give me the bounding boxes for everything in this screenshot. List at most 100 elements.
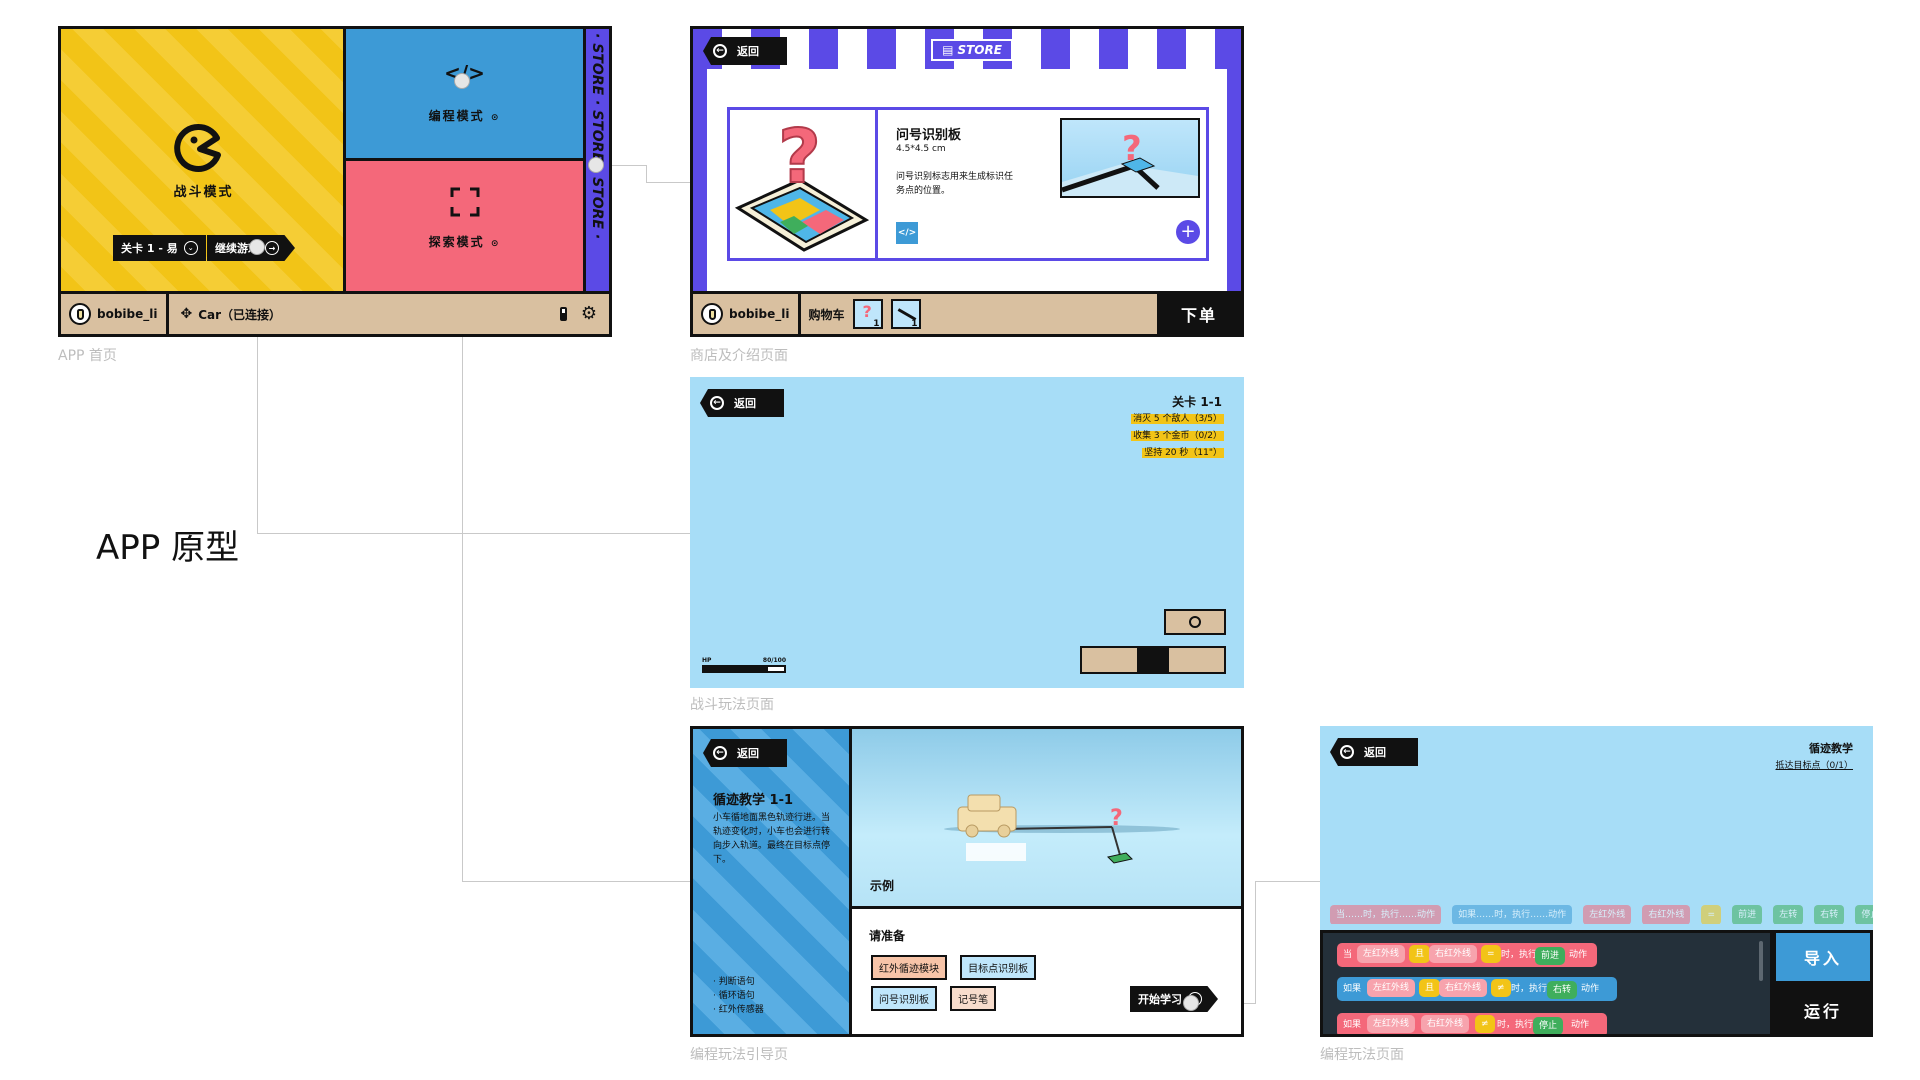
guide-screen: ← 返回 循迹教学 1-1 小车循地面黑色轨迹行进。当轨迹变化时，小车也会进行转… [690,726,1244,1037]
objective-item: 收集 3 个金币（0/2） [1131,431,1224,441]
code-token: 时，执行 [1501,950,1538,960]
home-bottom-bar: bobibe_li ✥ Car（已连接） ⚙ [61,291,609,334]
code-token[interactable]: ≠ [1475,1015,1495,1033]
scan-icon [450,187,480,217]
back-icon: ← [713,44,727,58]
back-label: 返回 [1364,746,1386,759]
coding-screen: ← 返回 循迹教学 抵达目标点（0/1） 当……时，执行……动作 如果……时，执… [1320,726,1873,1037]
explore-mode-panel[interactable]: 探索模式 ⊙ [346,161,583,298]
avatar [701,303,723,325]
gear-icon[interactable]: ⚙ [581,305,597,323]
code-token: 如果 [1343,1020,1362,1030]
code-token[interactable]: 停止 [1533,1017,1564,1034]
example-video[interactable]: ? 示例 [852,729,1241,909]
connector-line [1255,881,1320,882]
hp-bar-fill [768,667,784,671]
direction-control[interactable] [1080,646,1226,674]
code-icon[interactable]: </> [896,222,918,244]
back-button[interactable]: ← 返回 [703,739,787,767]
palette-block[interactable]: 左转 [1773,905,1804,924]
code-token[interactable]: 且 [1419,979,1441,997]
palette-block[interactable]: 前进 [1732,905,1763,924]
connector-line [462,881,692,882]
cart-item-thumb[interactable]: ? 1 [852,299,883,329]
store-side-left [693,69,707,298]
caption-store: 商店及介绍页面 [690,348,788,364]
objective-item: 消灭 5 个敌人（3/5） [1131,414,1224,424]
code-token: 动作 [1581,984,1600,994]
hp-label-row: HP 80/100 [702,657,786,664]
svg-text:?: ? [1122,129,1142,169]
back-button[interactable]: ← 返回 [703,37,787,65]
cart-item-count: 1 [873,319,880,329]
start-learning-button[interactable]: 开始学习 → [1130,986,1218,1012]
battle-mode-label: 战斗模式 [173,185,234,200]
product-description: 问号识别标志用来生成标识任务点的位置。 [896,172,1014,196]
connector-line [646,182,691,183]
add-to-cart-button[interactable]: + [1176,220,1200,244]
block-palette[interactable]: 当……时，执行……动作 如果……时，执行……动作 左红外线 右红外线 = 前进 … [1330,902,1873,924]
explore-mode-label: 探索模式 [428,235,485,249]
back-button[interactable]: ← 返回 [700,389,784,417]
level-title: 关卡 1-1 [1172,395,1222,409]
program-mode-panel[interactable]: </> 编程模式 ⊙ [346,29,583,161]
code-token[interactable]: 右红外线 [1429,945,1478,963]
prepare-item: 记号笔 [950,986,997,1011]
prepare-item: 目标点识别板 [960,955,1037,980]
connector-line [646,165,647,183]
question-icon: ? [862,302,872,321]
question-board-illustration: ? [734,113,870,252]
code-token[interactable]: 前进 [1535,947,1566,965]
code-token[interactable]: 左红外线 [1367,979,1416,997]
palette-block[interactable]: 当……时，执行……动作 [1330,905,1442,924]
store-bottom-bar: bobibe_li 购物车 ? 1 1 下单 [693,291,1241,334]
user-profile[interactable]: bobibe_li [693,294,801,334]
palette-block[interactable]: 右转 [1814,905,1845,924]
code-token[interactable]: = [1481,945,1501,963]
palette-block[interactable]: 右红外线 [1642,905,1691,924]
code-token[interactable]: 右红外线 [1421,1015,1470,1033]
cart[interactable]: 购物车 ? 1 1 [801,294,929,334]
level-select-button[interactable]: 关卡 1 - 易 ⌄ [113,235,206,261]
lesson-panel: ← 返回 循迹教学 1-1 小车循地面黑色轨迹行进。当轨迹变化时，小车也会进行转… [693,729,852,1034]
hp-bar [702,665,786,673]
run-button[interactable]: 运行 [1776,986,1870,1034]
track-preview: ? [1062,129,1198,196]
back-button[interactable]: ← 返回 [1330,738,1418,766]
code-token[interactable]: 且 [1409,945,1431,963]
code-token[interactable]: 左红外线 [1357,945,1406,963]
connector-line [1255,881,1256,1003]
code-workspace[interactable]: 当 左红外线 且 右红外线 = 时，执行 前进 动作 如果 左红外线 且 右红外… [1320,930,1773,1037]
palette-block[interactable]: 停止 [1855,905,1873,924]
palette-block[interactable]: = [1701,905,1721,924]
order-button[interactable]: 下单 [1157,294,1241,334]
center-control[interactable] [1136,648,1168,672]
code-token[interactable]: ≠ [1491,979,1511,997]
arrow-right-icon: → [265,241,279,255]
hotspot-dot [249,239,265,255]
program-mode-label: 编程模式 [428,109,485,123]
product-preview-image: ? [1060,118,1200,198]
palette-block[interactable]: 左红外线 [1583,905,1632,924]
code-token: 动作 [1569,950,1588,960]
left-control[interactable] [1082,648,1137,672]
cart-item-count: 1 [911,319,918,329]
code-token[interactable]: 右转 [1547,981,1578,999]
car-track-illustration: ? [944,794,1180,864]
prepare-title: 请准备 [869,929,906,943]
user-profile[interactable]: bobibe_li [61,294,169,334]
scrollbar[interactable] [1759,941,1763,981]
import-button[interactable]: 导入 [1776,933,1870,981]
code-token[interactable]: 右红外线 [1439,979,1488,997]
code-token[interactable]: 左红外线 [1367,1015,1416,1033]
palette-block[interactable]: 如果……时，执行……动作 [1452,905,1573,924]
right-control[interactable] [1167,648,1225,672]
info-icon: ⊙ [490,239,501,249]
prepare-item: 问号识别板 [871,986,937,1011]
fire-button[interactable] [1164,609,1226,635]
battle-mode-panel[interactable]: 战斗模式 关卡 1 - 易 ⌄ 继续游戏 → [61,29,346,298]
car-status: Car（已连接） [198,307,282,322]
store-screen: ← 返回 ▤ STORE ? 问号识别板 4.5*4.5 cm 问号识别标志用来… [690,26,1244,337]
car-connection[interactable]: ✥ Car（已连接） [169,294,294,334]
cart-item-thumb[interactable]: 1 [890,299,921,329]
